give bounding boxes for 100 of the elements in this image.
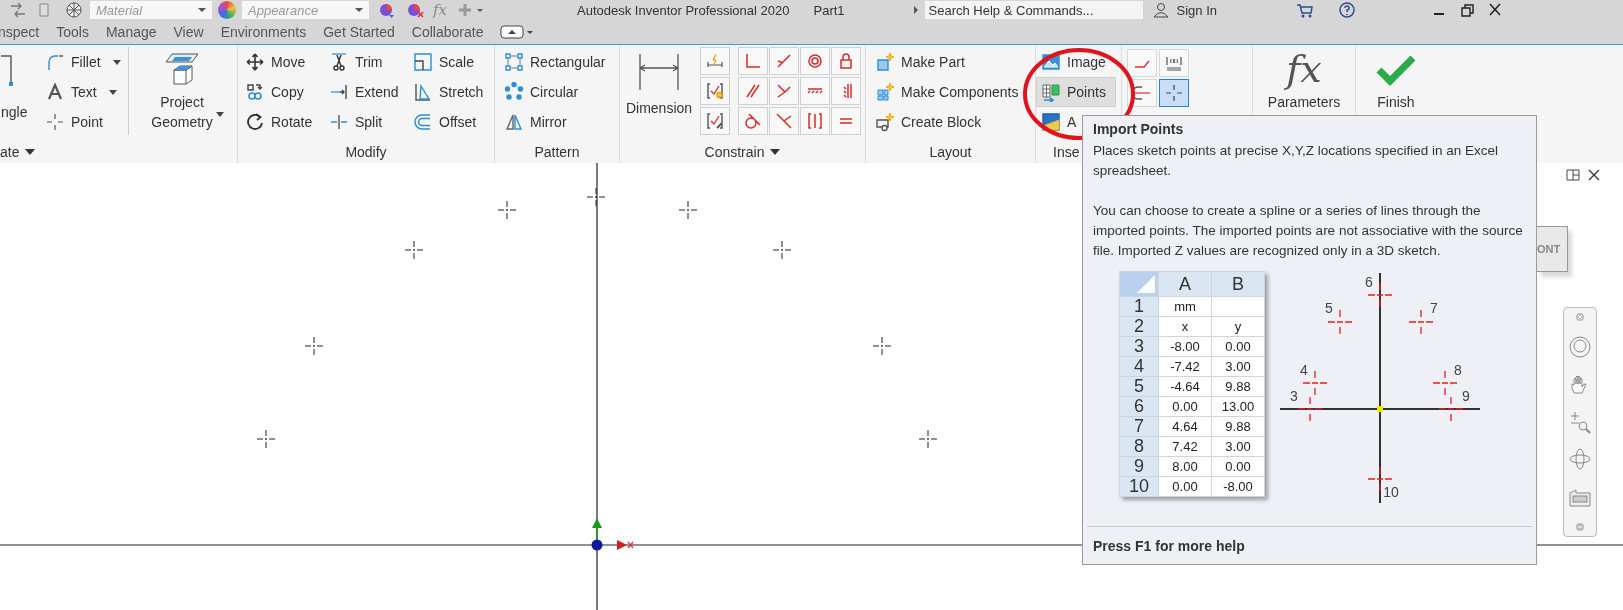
tile-windows-icon[interactable] [1566,168,1580,182]
origin-point[interactable] [591,539,603,551]
modify-tool-button[interactable]: Rotate [240,107,324,137]
constraint-button[interactable] [831,47,861,75]
modify-tool-button[interactable]: Scale [408,47,492,77]
help-icon[interactable] [1337,2,1358,18]
rectangle-icon [1,54,15,88]
quick-access-icon[interactable] [8,2,28,18]
pattern-tool-button[interactable]: Rectangular [499,47,619,77]
close-icon[interactable] [1587,168,1601,182]
row-header: 2 [1119,316,1159,337]
constraint-button[interactable] [769,47,799,75]
move-arrows-icon [245,52,265,72]
modify-tool-button[interactable]: Trim [324,47,408,77]
appearance-adjust-icon[interactable] [377,2,397,18]
ribbon-tab[interactable]: Environments [220,24,307,40]
constraint-button[interactable] [700,77,730,105]
modify-tool-button[interactable]: Copy [240,77,324,107]
modify-tool-button[interactable]: Split [324,107,408,137]
row-header: 1 [1119,296,1159,317]
ribbon-tab[interactable]: Tools [56,24,89,40]
layout-tool-button[interactable]: Create Block [870,107,1035,137]
panel-title[interactable]: Constrain [620,140,865,163]
sketch-tool-button[interactable]: Point [40,107,126,137]
zoom-icon[interactable] [1568,410,1592,434]
ribbon-tab[interactable]: View [173,24,204,40]
point-label: 5 [1325,300,1333,316]
offset-icon [413,112,433,132]
insert-tool-button[interactable]: Points [1036,77,1116,107]
perpendicular-icon [774,81,794,101]
menu-icon[interactable] [1575,521,1585,532]
cart-icon[interactable] [1295,2,1316,18]
table-cell: -7.42 [1158,356,1212,377]
appearance-wheel-icon[interactable] [218,1,236,19]
pattern-tool-button[interactable]: Circular [499,77,619,107]
sketch-point[interactable] [586,187,606,207]
dimension-button[interactable]: Dimension [620,47,698,140]
concentric-icon [805,51,825,71]
constraint-button[interactable] [738,77,768,105]
blocks-star-icon [875,82,895,102]
constraint-button[interactable] [831,107,861,135]
modify-tool-button[interactable]: Move [240,47,324,77]
table-cell: 0.00 [1211,336,1265,357]
table-cell: 13.00 [1211,396,1265,417]
modify-tool-button[interactable]: Offset [408,107,492,137]
rectangle-tool-button[interactable]: ngle [0,47,30,140]
extend-icon [329,82,349,102]
constraint-button[interactable] [831,77,861,105]
sketch-tool-button[interactable]: Fillet [40,47,126,77]
modify-tool-button[interactable]: Extend [324,77,408,107]
format-button[interactable] [1159,79,1189,107]
constraint-button[interactable] [769,107,799,135]
tangent-icon [743,111,763,131]
constraint-settings-icon [705,111,725,131]
constraint-button[interactable] [800,47,830,75]
table-cell: y [1211,316,1265,337]
row-header: 6 [1119,396,1159,417]
sign-in-link[interactable]: Sign In [1176,2,1218,18]
constraint-button[interactable] [800,77,830,105]
steering-wheel-icon[interactable] [1568,335,1592,360]
project-geometry-button[interactable]: Project Geometry [135,47,229,140]
point-marker [1438,396,1464,422]
column-header: A [1158,271,1212,297]
scissors-icon [329,52,349,72]
constraint-button[interactable] [738,107,768,135]
constraint-button[interactable] [700,47,730,75]
ribbon-tab[interactable]: Manage [105,24,157,40]
point-label: 7 [1430,300,1438,316]
panel-title[interactable]: ate [0,140,237,163]
finish-sketch-button[interactable]: Finish [1356,45,1436,113]
import-table-icon [1041,82,1061,102]
ribbon-tab[interactable]: Collaborate [411,24,484,40]
split-icon [329,112,349,132]
modify-tool-button[interactable]: Stretch [408,77,492,107]
scale-icon [413,52,433,72]
panel-toggle-icon[interactable] [500,24,535,40]
constraint-button[interactable] [769,77,799,105]
point-label: 8 [1454,362,1462,378]
orbit-icon[interactable] [1568,447,1592,472]
checkmark-icon [1376,54,1416,86]
document-name: Part1 [813,2,845,18]
text-tool-icon [45,82,65,102]
insert-tool-button[interactable]: Image [1036,47,1116,77]
parameters-button[interactable]: fx Parameters [1266,45,1342,113]
sketch-tool-button[interactable]: Text [40,77,126,107]
point-icon [1164,83,1184,103]
constraint-button[interactable] [800,107,830,135]
layout-tool-button[interactable]: Make Components [870,77,1035,107]
layout-tool-button[interactable]: Make Part [870,47,1035,77]
appearance-clear-icon[interactable] [405,2,425,18]
search-field[interactable]: Search Help & Commands... [924,1,1143,19]
panel-title: Layout [928,142,973,162]
constraint-button[interactable] [700,107,730,135]
table-cell: mm [1158,296,1212,317]
pattern-tool-button[interactable]: Mirror [499,107,619,137]
table-cell: 0.00 [1158,396,1212,417]
material-ball-icon[interactable] [64,2,84,18]
constraint-button[interactable] [738,47,768,75]
ribbon-tab[interactable]: Get Started [323,24,395,40]
row-header: 8 [1119,436,1159,457]
